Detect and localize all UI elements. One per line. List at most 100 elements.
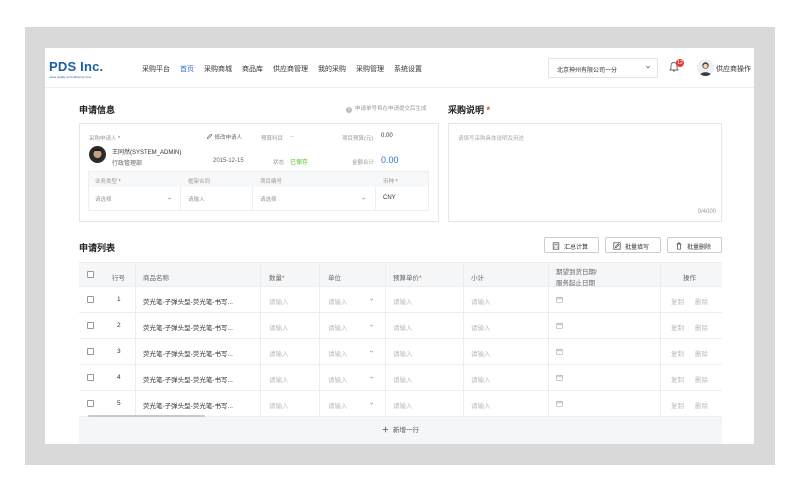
contract-input[interactable]: 请输入: [181, 187, 253, 210]
nav-item-my-purchase[interactable]: 我的采购: [318, 64, 346, 74]
edit-icon: [613, 242, 621, 250]
select-all-checkbox[interactable]: [87, 271, 94, 278]
row-product-name: 荧光笔-子弹头型-荧光笔-书写...: [143, 351, 233, 358]
batch-fill-button[interactable]: 批量填写: [605, 237, 661, 253]
project-budget-value: 0.00: [381, 133, 393, 139]
nav-item-mall[interactable]: 采购商城: [204, 64, 232, 74]
apply-fields-header: [89, 172, 428, 187]
row-checkbox[interactable]: [87, 322, 94, 329]
purchase-note-textarea[interactable]: 请填写采购具体说明及用途 0/4000: [448, 123, 722, 222]
chevron-down-icon: [167, 197, 172, 200]
calendar-icon[interactable]: [556, 322, 563, 329]
delete-row-button[interactable]: 删除: [695, 322, 708, 332]
user-name[interactable]: 供应商操作: [716, 64, 751, 74]
change-applicant-button[interactable]: 修改申请人: [206, 133, 242, 141]
applicant-avatar-icon: [93, 149, 102, 158]
row-no: 3: [117, 348, 121, 355]
copy-row-button[interactable]: 复制: [671, 348, 684, 358]
biz-type-select[interactable]: 请选择: [89, 187, 181, 210]
calendar-icon[interactable]: [556, 400, 563, 407]
user-avatar-icon: [699, 62, 712, 76]
price-input[interactable]: 请输入: [393, 374, 413, 384]
col-qty: 数量*: [269, 275, 285, 282]
apply-date: 2015-12-15: [213, 158, 244, 164]
table-row: 1 荧光笔-子弹头型-荧光笔-书写... 请输入 请输入 请输入 请输入 复制 …: [79, 287, 722, 313]
copy-row-button[interactable]: 复制: [671, 400, 684, 410]
nav-item-supplier-mgmt[interactable]: 供应商管理: [273, 64, 308, 74]
subtotal-input[interactable]: 请输入: [471, 322, 491, 332]
logo[interactable]: PDS Inc. value quality and efficiency ti…: [49, 59, 103, 79]
qty-input[interactable]: 请输入: [269, 322, 289, 332]
copy-row-button[interactable]: 复制: [671, 374, 684, 384]
subtotal-input[interactable]: 请输入: [471, 296, 491, 306]
subtotal-input[interactable]: 请输入: [471, 348, 491, 358]
qty-input[interactable]: 请输入: [269, 348, 289, 358]
qty-input[interactable]: 请输入: [269, 374, 289, 384]
nav-item-settings[interactable]: 系统设置: [394, 64, 422, 74]
chevron-down-icon: [361, 197, 366, 200]
batch-delete-button[interactable]: 批量删除: [667, 237, 722, 253]
unit-select[interactable]: 请输入: [328, 374, 348, 384]
company-select-value: 北京神州有限公司一分: [557, 68, 618, 74]
purchase-note-title-text: 采购说明: [448, 105, 485, 115]
col-no: 行号: [112, 275, 125, 282]
add-row-button[interactable]: 新增一行: [79, 417, 722, 444]
nav-item-purchase-mgmt[interactable]: 采购管理: [356, 64, 384, 74]
app-page: PDS Inc. value quality and efficiency ti…: [45, 48, 754, 444]
copy-row-button[interactable]: 复制: [671, 296, 684, 306]
row-no: 5: [117, 400, 121, 407]
row-no: 1: [117, 296, 121, 303]
subtotal-input[interactable]: 请输入: [471, 400, 491, 410]
calendar-icon[interactable]: [556, 374, 563, 381]
delete-row-button[interactable]: 删除: [695, 348, 708, 358]
unit-select[interactable]: 请输入: [328, 322, 348, 332]
status-badge: 已保存: [290, 160, 309, 166]
calendar-icon[interactable]: [556, 348, 563, 355]
row-checkbox[interactable]: [87, 348, 94, 355]
section-title-apply-list: 申请列表: [79, 243, 116, 253]
qty-input[interactable]: 请输入: [269, 296, 289, 306]
chevron-down-icon: [369, 350, 374, 353]
price-input[interactable]: 请输入: [393, 296, 413, 306]
biz-type-placeholder: 请选择: [95, 197, 112, 203]
qty-input[interactable]: 请输入: [269, 400, 289, 410]
biz-type-label: 业务类型 *: [95, 179, 121, 185]
row-checkbox[interactable]: [87, 296, 94, 303]
price-input[interactable]: 请输入: [393, 400, 413, 410]
apply-list-table: 行号 商品名称 数量* 单位 预算单价* 小计 期望到货日期/ 服务起止日期 操…: [79, 262, 722, 444]
purchase-note-placeholder: 请填写采购具体说明及用途: [458, 136, 525, 142]
applicant-name: 王同然(SYSTEM_ADMIN): [112, 150, 182, 156]
delete-row-button[interactable]: 删除: [695, 400, 708, 410]
sum-calc-button[interactable]: 汇总计算: [544, 237, 599, 253]
chevron-down-icon: [645, 65, 651, 69]
project-no-select[interactable]: 请选择: [253, 187, 376, 210]
copy-row-button[interactable]: 复制: [671, 322, 684, 332]
user-avatar[interactable]: [697, 59, 714, 76]
project-budget-label: 项目预算(元): [342, 136, 374, 142]
delete-row-button[interactable]: 删除: [695, 296, 708, 306]
price-input[interactable]: 请输入: [393, 348, 413, 358]
contract-label: 框架合同: [188, 179, 211, 185]
project-no-label: 项目编号: [260, 179, 283, 185]
unit-select[interactable]: 请输入: [328, 400, 348, 410]
plus-icon: [382, 426, 389, 433]
nav-item-platform[interactable]: 采购平台: [142, 64, 170, 74]
price-input[interactable]: 请输入: [393, 322, 413, 332]
nav-item-product-lib[interactable]: 商品库: [242, 64, 263, 74]
unit-select[interactable]: 请输入: [328, 348, 348, 358]
unit-select[interactable]: 请输入: [328, 296, 348, 306]
top-navbar: PDS Inc. value quality and efficiency ti…: [45, 48, 754, 88]
row-checkbox[interactable]: [87, 400, 94, 407]
table-header: 行号 商品名称 数量* 单位 预算单价* 小计 期望到货日期/ 服务起止日期 操…: [79, 262, 722, 287]
apply-fields-grid: 业务类型 * 框架合同 项目编号 币种 * 请选择 请输入 请选择 CNY: [88, 171, 429, 211]
table-row: 2 荧光笔-子弹头型-荧光笔-书写... 请输入 请输入 请输入 请输入 复制 …: [79, 313, 722, 339]
currency-select[interactable]: CNY: [376, 187, 428, 210]
col-date-line1: 期望到货日期/: [556, 269, 597, 276]
nav-item-home[interactable]: 首页: [180, 64, 194, 74]
delete-row-button[interactable]: 删除: [695, 374, 708, 384]
calendar-icon[interactable]: [556, 296, 563, 303]
row-checkbox[interactable]: [87, 374, 94, 381]
logo-name: PDS Inc.: [49, 59, 104, 74]
subtotal-input[interactable]: 请输入: [471, 374, 491, 384]
company-select[interactable]: 北京神州有限公司一分: [548, 58, 658, 78]
